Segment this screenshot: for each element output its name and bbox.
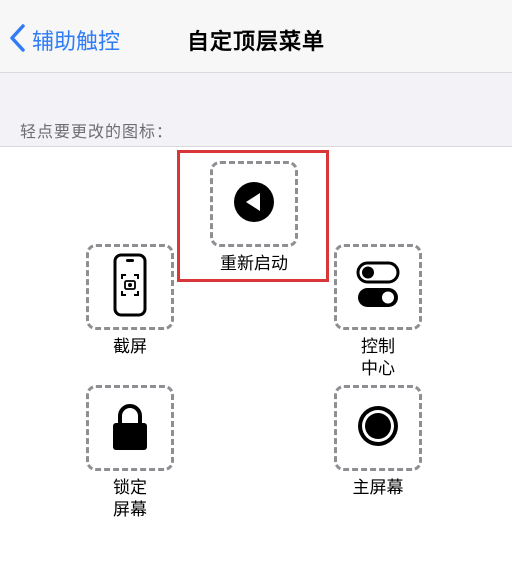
menu-item-label: 截屏	[113, 337, 147, 357]
icon-slot[interactable]	[334, 244, 422, 330]
menu-item-screenshot[interactable]: 截屏	[80, 244, 180, 358]
control-center-icon	[356, 260, 400, 314]
menu-item-label: 控制 中心	[361, 337, 395, 379]
menu-item-label: 锁定 屏幕	[113, 478, 147, 520]
menu-item-label: 主屏幕	[352, 478, 404, 498]
icon-slot[interactable]	[86, 244, 174, 330]
icon-slot[interactable]	[86, 385, 174, 471]
navigation-bar: 辅助触控 自定顶层菜单	[0, 0, 512, 73]
menu-item-lock-screen[interactable]: 锁定 屏幕	[80, 385, 180, 521]
menu-item-control-center[interactable]: 控制 中心	[328, 244, 428, 380]
home-icon	[356, 404, 400, 452]
icon-slot[interactable]	[334, 385, 422, 471]
section-label: 轻点要更改的图标：	[20, 122, 174, 141]
lock-icon	[110, 400, 150, 456]
selection-highlight	[177, 150, 329, 282]
page-title: 自定顶层菜单	[186, 30, 325, 55]
menu-item-home[interactable]: 主屏幕	[328, 385, 428, 499]
screenshot-icon	[112, 253, 148, 321]
